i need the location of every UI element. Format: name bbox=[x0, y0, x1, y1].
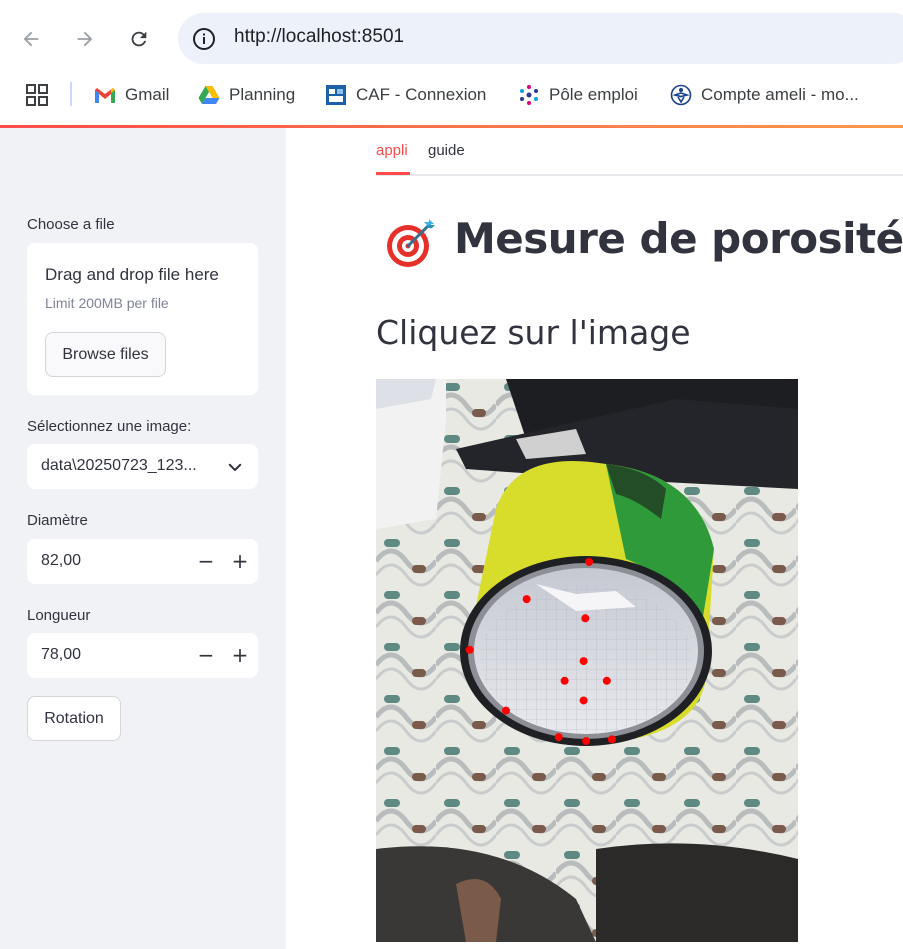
bookmark-label: Pôle emploi bbox=[549, 85, 638, 104]
clickable-photo[interactable] bbox=[376, 379, 798, 942]
diametre-number-input[interactable]: 82,00 − + bbox=[27, 539, 258, 584]
address-bar[interactable]: http://localhost:8501 bbox=[178, 13, 903, 64]
apps-grid-icon[interactable] bbox=[26, 84, 48, 106]
ameli-icon bbox=[670, 84, 692, 106]
file-dropzone[interactable]: Drag and drop file here Limit 200MB per … bbox=[27, 243, 258, 395]
caf-icon bbox=[325, 84, 347, 106]
click-point-marker bbox=[582, 737, 591, 746]
main-content: appli guide Mesure de porosités Cliquez … bbox=[286, 128, 903, 949]
photo-scene[interactable] bbox=[376, 379, 798, 942]
click-point-marker bbox=[581, 614, 590, 623]
page-title: Mesure de porosités bbox=[454, 214, 903, 263]
google-drive-icon bbox=[198, 84, 220, 106]
browse-files-button[interactable]: Browse files bbox=[45, 332, 166, 377]
site-info-icon[interactable] bbox=[192, 27, 216, 51]
click-point-marker bbox=[579, 696, 588, 705]
bookmark-label: Gmail bbox=[125, 85, 170, 104]
bookmark-label: Compte ameli - mo... bbox=[701, 85, 859, 104]
tab-appli[interactable]: appli bbox=[376, 142, 408, 159]
longueur-number-input[interactable]: 78,00 − + bbox=[27, 633, 258, 678]
dropzone-limit: Limit 200MB per file bbox=[45, 295, 169, 311]
click-point-marker bbox=[522, 595, 531, 604]
longueur-label: Longueur bbox=[27, 607, 91, 624]
rotation-button[interactable]: Rotation bbox=[27, 696, 121, 741]
click-point-marker bbox=[602, 676, 611, 685]
bookmarks-bar: Gmail Planning CAF - Connexion Pôle empl… bbox=[0, 76, 903, 124]
dropzone-title: Drag and drop file here bbox=[45, 265, 219, 284]
diametre-decrement-button[interactable]: − bbox=[191, 546, 221, 576]
diametre-value[interactable]: 82,00 bbox=[41, 552, 81, 570]
bookmark-planning[interactable]: Planning bbox=[198, 80, 295, 110]
url-text[interactable]: http://localhost:8501 bbox=[234, 26, 404, 48]
longueur-decrement-button[interactable]: − bbox=[191, 640, 221, 670]
url-host: localhost bbox=[281, 26, 357, 47]
browser-chrome: http://localhost:8501 Gmail Planning CAF… bbox=[0, 0, 903, 128]
sidebar: Choose a file Drag and drop file here Li… bbox=[0, 128, 286, 949]
bookmark-ameli[interactable]: Compte ameli - mo... bbox=[670, 80, 859, 110]
chevron-down-icon bbox=[228, 463, 242, 471]
longueur-value[interactable]: 78,00 bbox=[41, 646, 81, 664]
click-point-marker bbox=[585, 557, 594, 566]
pole-emploi-icon bbox=[518, 84, 540, 106]
click-point-marker bbox=[560, 676, 569, 685]
tab-guide[interactable]: guide bbox=[428, 142, 465, 159]
bookmark-label: CAF - Connexion bbox=[356, 85, 487, 104]
bookmark-caf[interactable]: CAF - Connexion bbox=[325, 80, 486, 110]
browser-toolbar: http://localhost:8501 bbox=[0, 0, 903, 76]
file-uploader-label: Choose a file bbox=[27, 216, 115, 233]
forward-button[interactable] bbox=[68, 22, 102, 56]
reload-button[interactable] bbox=[122, 22, 156, 56]
bookmarks-separator bbox=[70, 82, 72, 106]
click-point-marker bbox=[579, 657, 588, 666]
arrow-right-icon bbox=[77, 31, 93, 47]
tab-bar: appli guide bbox=[376, 128, 903, 176]
diametre-increment-button[interactable]: + bbox=[225, 546, 255, 576]
longueur-increment-button[interactable]: + bbox=[225, 640, 255, 670]
bookmark-gmail[interactable]: Gmail bbox=[94, 80, 169, 110]
back-button[interactable] bbox=[14, 22, 48, 56]
url-port: :8501 bbox=[356, 26, 405, 47]
click-point-marker bbox=[501, 706, 510, 715]
click-point-marker bbox=[554, 733, 563, 742]
page-subtitle: Cliquez sur l'image bbox=[376, 313, 691, 352]
click-point-marker bbox=[465, 645, 474, 654]
bookmark-pole-emploi[interactable]: Pôle emploi bbox=[518, 80, 638, 110]
image-select-label: Sélectionnez une image: bbox=[27, 418, 192, 435]
arrow-left-icon bbox=[23, 31, 39, 47]
bookmark-label: Planning bbox=[229, 85, 296, 104]
active-tab-indicator bbox=[376, 172, 410, 175]
image-select-value: data\20250723_123... bbox=[41, 457, 197, 474]
diametre-label: Diamètre bbox=[27, 512, 88, 529]
click-point-marker bbox=[607, 735, 616, 744]
gmail-icon bbox=[94, 84, 116, 106]
direct-hit-target-icon bbox=[387, 219, 435, 267]
image-select[interactable]: data\20250723_123... bbox=[27, 444, 258, 489]
reload-icon bbox=[131, 31, 147, 47]
url-protocol: http:// bbox=[234, 26, 282, 47]
